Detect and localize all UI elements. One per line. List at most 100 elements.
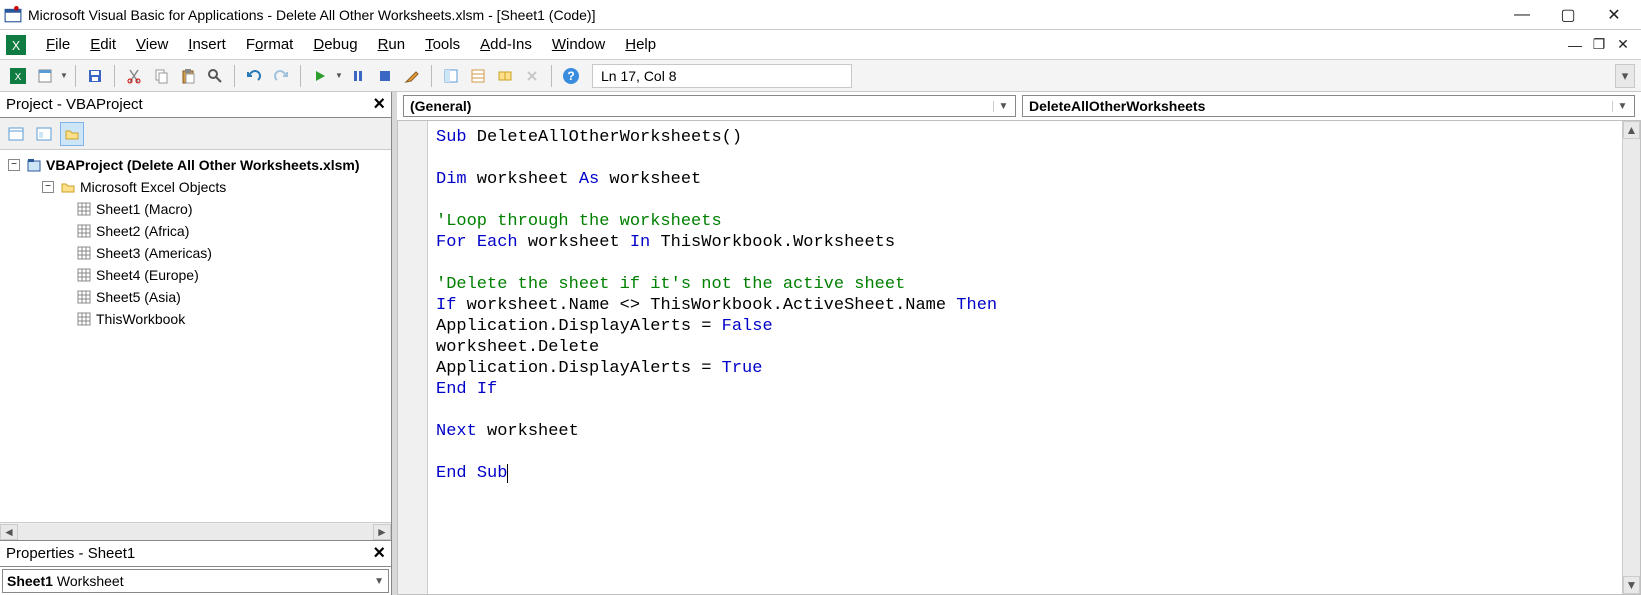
tree-item-label: Sheet1 (Macro) (96, 201, 192, 217)
tree-item[interactable]: Sheet5 (Asia) (4, 286, 391, 308)
worksheet-icon (76, 223, 92, 239)
paste-button[interactable] (176, 64, 200, 88)
worksheet-icon (76, 201, 92, 217)
svg-text:X: X (15, 72, 22, 83)
mdi-close-button[interactable]: ✕ (1611, 33, 1635, 57)
menu-debug[interactable]: Debug (303, 32, 367, 57)
toolbar-overflow-button[interactable]: ▾ (1615, 64, 1635, 88)
menubar: X File Edit View Insert Format Debug Run… (0, 30, 1641, 60)
chevron-down-icon: ▼ (1612, 101, 1628, 112)
code-vscrollbar[interactable]: ▲ ▼ (1622, 121, 1640, 594)
tree-item-label: Sheet4 (Europe) (96, 267, 199, 283)
titlebar: Microsoft Visual Basic for Applications … (0, 0, 1641, 30)
code-margin (398, 121, 428, 594)
worksheet-icon (76, 267, 92, 283)
menu-edit[interactable]: Edit (80, 32, 126, 57)
menu-run[interactable]: Run (368, 32, 416, 57)
toggle-folders-button[interactable] (60, 122, 84, 146)
project-explorer-button[interactable] (439, 64, 463, 88)
project-icon (26, 157, 42, 173)
run-split-arrow[interactable]: ▼ (335, 71, 343, 80)
menu-view[interactable]: View (126, 32, 178, 57)
worksheet-icon (76, 289, 92, 305)
find-button[interactable] (203, 64, 227, 88)
minimize-button[interactable]: — (1499, 0, 1545, 30)
reset-button[interactable] (373, 64, 397, 88)
view-code-button[interactable] (4, 122, 28, 146)
svg-text:?: ? (567, 69, 574, 83)
properties-window-button[interactable] (466, 64, 490, 88)
run-button[interactable] (308, 64, 332, 88)
code-editor[interactable]: Sub DeleteAllOtherWorksheets() Dim works… (397, 120, 1641, 595)
code-dropdowns: (General) ▼ DeleteAllOtherWorksheets ▼ (397, 92, 1641, 120)
collapse-icon[interactable]: − (42, 181, 54, 193)
copy-button[interactable] (149, 64, 173, 88)
tree-item[interactable]: Sheet1 (Macro) (4, 198, 391, 220)
properties-object-combo[interactable]: Sheet1 Worksheet ▼ (2, 569, 389, 593)
code-text[interactable]: Sub DeleteAllOtherWorksheets() Dim works… (428, 121, 1622, 594)
mdi-restore-button[interactable]: ❐ (1587, 33, 1611, 57)
worksheet-icon (76, 311, 92, 327)
tree-folder[interactable]: − Microsoft Excel Objects (4, 176, 391, 198)
tree-item[interactable]: Sheet4 (Europe) (4, 264, 391, 286)
properties-object-type: Worksheet (57, 573, 124, 589)
excel-icon: X (6, 35, 26, 55)
tree-item[interactable]: Sheet3 (Americas) (4, 242, 391, 264)
cursor-position-label: Ln 17, Col 8 (601, 68, 677, 84)
project-hscrollbar[interactable]: ◄ ► (0, 522, 391, 540)
tree-folder-label: Microsoft Excel Objects (80, 179, 226, 195)
menu-file[interactable]: File (36, 32, 80, 57)
project-tree[interactable]: − VBAProject (Delete All Other Worksheet… (0, 150, 391, 522)
app-icon (4, 6, 22, 24)
design-mode-button[interactable] (400, 64, 424, 88)
insert-split-arrow[interactable]: ▼ (60, 71, 68, 80)
scroll-down-button[interactable]: ▼ (1623, 576, 1640, 594)
project-panel-toolbar (0, 118, 391, 150)
insert-module-button[interactable] (33, 64, 57, 88)
cut-button[interactable] (122, 64, 146, 88)
break-button[interactable] (346, 64, 370, 88)
menu-insert[interactable]: Insert (178, 32, 236, 57)
menu-help[interactable]: Help (615, 32, 666, 57)
properties-panel-header: Properties - Sheet1 × (0, 541, 391, 567)
scroll-right-button[interactable]: ► (373, 524, 391, 540)
toolbox-button[interactable] (520, 64, 544, 88)
tree-item[interactable]: ThisWorkbook (4, 308, 391, 330)
tree-root[interactable]: − VBAProject (Delete All Other Worksheet… (4, 154, 391, 176)
procedure-combo-label: DeleteAllOtherWorksheets (1029, 98, 1205, 114)
redo-button[interactable] (269, 64, 293, 88)
folder-icon (60, 179, 76, 195)
procedure-combo[interactable]: DeleteAllOtherWorksheets ▼ (1022, 95, 1635, 117)
close-button[interactable]: ✕ (1591, 0, 1637, 30)
tree-root-label: VBAProject (Delete All Other Worksheets.… (46, 157, 360, 173)
menu-tools[interactable]: Tools (415, 32, 470, 57)
tree-item[interactable]: Sheet2 (Africa) (4, 220, 391, 242)
object-browser-button[interactable] (493, 64, 517, 88)
worksheet-icon (76, 245, 92, 261)
menu-format[interactable]: Format (236, 32, 304, 57)
undo-button[interactable] (242, 64, 266, 88)
menu-addins[interactable]: Add-Ins (470, 32, 542, 57)
project-panel-header: Project - VBAProject × (0, 92, 391, 118)
view-object-button[interactable] (32, 122, 56, 146)
properties-panel-close-button[interactable]: × (373, 542, 385, 565)
properties-object-name: Sheet1 (7, 573, 53, 589)
svg-text:X: X (12, 39, 21, 53)
scroll-left-button[interactable]: ◄ (0, 524, 18, 540)
tree-item-label: ThisWorkbook (96, 311, 185, 327)
properties-panel-title: Properties - Sheet1 (6, 545, 135, 562)
view-excel-button[interactable]: X (6, 64, 30, 88)
save-button[interactable] (83, 64, 107, 88)
cursor-position-status: Ln 17, Col 8 (592, 64, 852, 88)
project-panel-close-button[interactable]: × (373, 93, 385, 116)
mdi-minimize-button[interactable]: — (1563, 33, 1587, 57)
menu-window[interactable]: Window (542, 32, 615, 57)
scroll-up-button[interactable]: ▲ (1623, 121, 1640, 139)
maximize-button[interactable]: ▢ (1545, 0, 1591, 30)
window-title: Microsoft Visual Basic for Applications … (28, 7, 596, 23)
object-combo[interactable]: (General) ▼ (403, 95, 1016, 117)
tree-item-label: Sheet2 (Africa) (96, 223, 189, 239)
collapse-icon[interactable]: − (8, 159, 20, 171)
help-button[interactable]: ? (559, 64, 583, 88)
object-combo-label: (General) (410, 98, 471, 114)
